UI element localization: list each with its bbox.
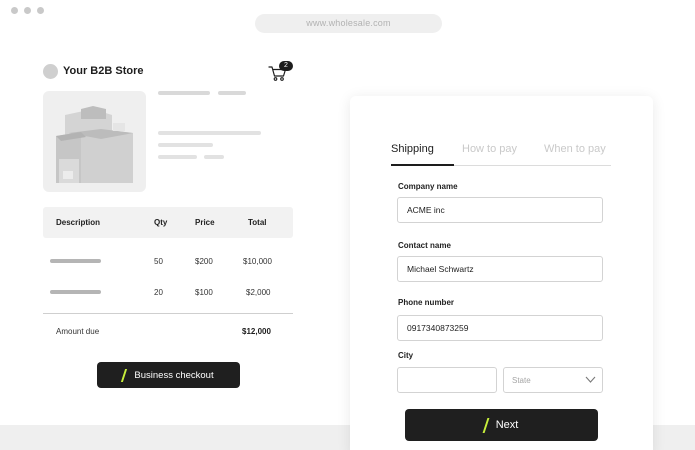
chevron-down-icon — [585, 376, 596, 383]
product-text-placeholder — [158, 131, 261, 135]
column-header-total: Total — [248, 218, 267, 227]
contact-name-label: Contact name — [398, 241, 451, 250]
amount-due-label: Amount due — [56, 327, 100, 336]
row-price: $100 — [195, 288, 213, 297]
phone-number-label: Phone number — [398, 298, 455, 307]
business-checkout-label: Business checkout — [134, 369, 214, 381]
product-image — [43, 91, 146, 192]
next-button[interactable]: Next — [405, 409, 598, 441]
state-select[interactable]: State — [503, 367, 603, 393]
accent-slash-icon — [121, 368, 128, 382]
state-select-placeholder: State — [512, 376, 531, 385]
company-name-field[interactable] — [397, 197, 603, 223]
order-table-header: Description Qty Price Total — [43, 207, 293, 238]
column-header-qty: Qty — [154, 218, 168, 227]
tab-how-to-pay[interactable]: How to pay — [462, 143, 517, 155]
active-tab-indicator — [391, 164, 454, 166]
column-header-price: Price — [195, 218, 215, 227]
table-divider — [43, 313, 293, 314]
store-name: Your B2B Store — [63, 65, 144, 77]
city-field[interactable] — [397, 367, 497, 393]
product-text-placeholder — [204, 155, 224, 159]
amount-due-value: $12,000 — [242, 327, 271, 336]
tab-when-to-pay[interactable]: When to pay — [544, 143, 606, 155]
phone-number-field[interactable] — [397, 315, 603, 341]
business-checkout-button[interactable]: Business checkout — [97, 362, 240, 388]
row-description-placeholder — [50, 259, 101, 263]
tab-shipping[interactable]: Shipping — [391, 143, 434, 155]
product-title-placeholder — [218, 91, 246, 95]
row-description-placeholder — [50, 290, 101, 294]
city-label: City — [398, 351, 414, 360]
row-qty: 50 — [154, 257, 163, 266]
column-header-description: Description — [56, 218, 101, 227]
window-dot-close[interactable] — [11, 7, 18, 14]
cart-count-badge: 2 — [279, 61, 293, 71]
next-button-label: Next — [495, 419, 519, 431]
window-controls — [11, 7, 44, 14]
row-total: $10,000 — [243, 257, 272, 266]
window-dot-minimize[interactable] — [24, 7, 31, 14]
address-bar[interactable]: www.wholesale.com — [255, 14, 442, 33]
product-text-placeholder — [158, 143, 213, 147]
contact-name-field[interactable] — [397, 256, 603, 282]
product-text-placeholder — [158, 155, 197, 159]
row-price: $200 — [195, 257, 213, 266]
row-qty: 20 — [154, 288, 163, 297]
window-dot-maximize[interactable] — [37, 7, 44, 14]
store-logo — [43, 64, 58, 79]
product-title-placeholder — [158, 91, 210, 95]
row-total: $2,000 — [246, 288, 271, 297]
accent-slash-icon — [482, 417, 490, 433]
company-name-label: Company name — [398, 182, 458, 191]
